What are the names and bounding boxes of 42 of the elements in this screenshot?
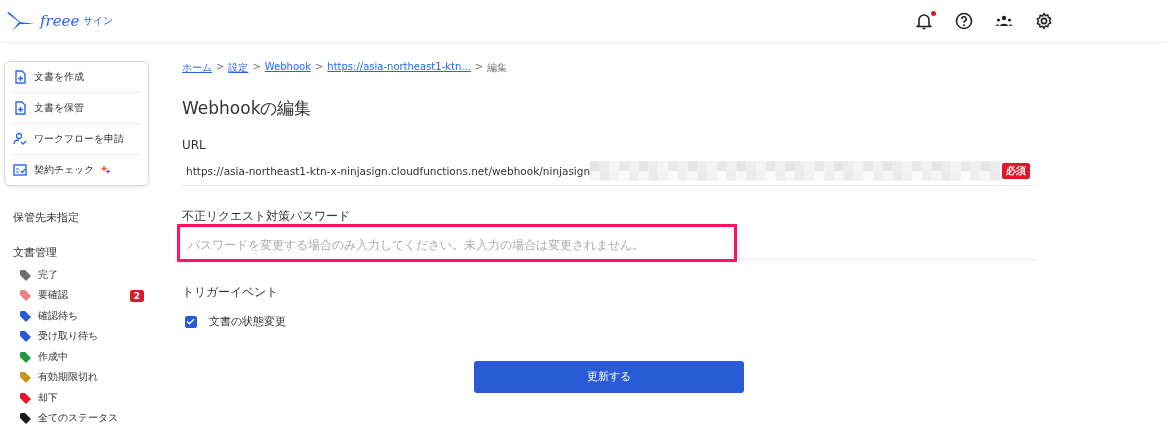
count-badge: 2 xyxy=(129,289,144,302)
required-badge: 必須 xyxy=(1002,163,1031,179)
breadcrumb-separator: > xyxy=(216,61,225,74)
logo-suffix: サイン xyxy=(83,14,114,28)
bell-icon[interactable] xyxy=(914,11,934,31)
field-label: トリガーイベント xyxy=(182,284,279,301)
breadcrumb-separator: > xyxy=(314,61,324,74)
status-item[interactable]: 作成中 xyxy=(4,347,144,368)
storage-link[interactable]: 保管先未指定 xyxy=(13,210,160,225)
field-label: URL xyxy=(182,138,207,152)
breadcrumb-link[interactable]: ホーム xyxy=(182,61,212,75)
status-item[interactable]: 受け取り待ち xyxy=(4,326,144,347)
page-title: Webhookの編集 xyxy=(182,97,313,120)
settings-icon[interactable] xyxy=(1034,11,1054,31)
status-item[interactable]: 確認待ち xyxy=(4,306,144,327)
status-item[interactable]: 要確認 2 xyxy=(4,285,144,306)
breadcrumb-separator: > xyxy=(252,61,261,74)
action-menu-item[interactable]: 文書を保管 xyxy=(13,93,140,124)
field-label: 不正リクエスト対策パスワード xyxy=(182,208,351,225)
document-plus-icon xyxy=(13,101,27,115)
breadcrumb-separator: > xyxy=(474,61,484,74)
update-button[interactable]: 更新する xyxy=(474,361,744,393)
checkbox-label: 文書の状態変更 xyxy=(209,315,286,329)
status-item[interactable]: 却下 xyxy=(4,388,144,409)
logo: freee xyxy=(40,12,80,30)
breadcrumb-link[interactable]: Webhook xyxy=(264,61,311,75)
breadcrumb-link[interactable]: 設定 xyxy=(228,61,249,75)
breadcrumb-current: 編集 xyxy=(487,61,508,75)
breadcrumb-link[interactable]: https://asia-northeast1-ktn... xyxy=(327,61,471,75)
url-field[interactable]: https://asia-northeast1-ktn-x-ninjasign.cloudfunctions.net/webhook/ninjasign 必須 xyxy=(182,157,1036,186)
checklist-icon xyxy=(13,163,27,177)
section-heading: 文書管理 xyxy=(13,245,58,260)
status-item[interactable]: 完了 xyxy=(4,265,144,286)
action-menu-item[interactable]: 契約チェック xyxy=(13,155,140,185)
document-plus-icon xyxy=(13,70,27,84)
checkbox[interactable] xyxy=(185,316,197,328)
person-check-icon xyxy=(13,132,27,146)
help-icon[interactable] xyxy=(954,11,974,31)
action-menu-item[interactable]: ワークフローを申請 xyxy=(13,124,140,155)
status-item[interactable]: 有効期限切れ xyxy=(4,367,144,388)
status-item[interactable]: 全てのステータス xyxy=(4,408,144,429)
action-menu-item[interactable]: 文書を作成 xyxy=(13,62,140,93)
